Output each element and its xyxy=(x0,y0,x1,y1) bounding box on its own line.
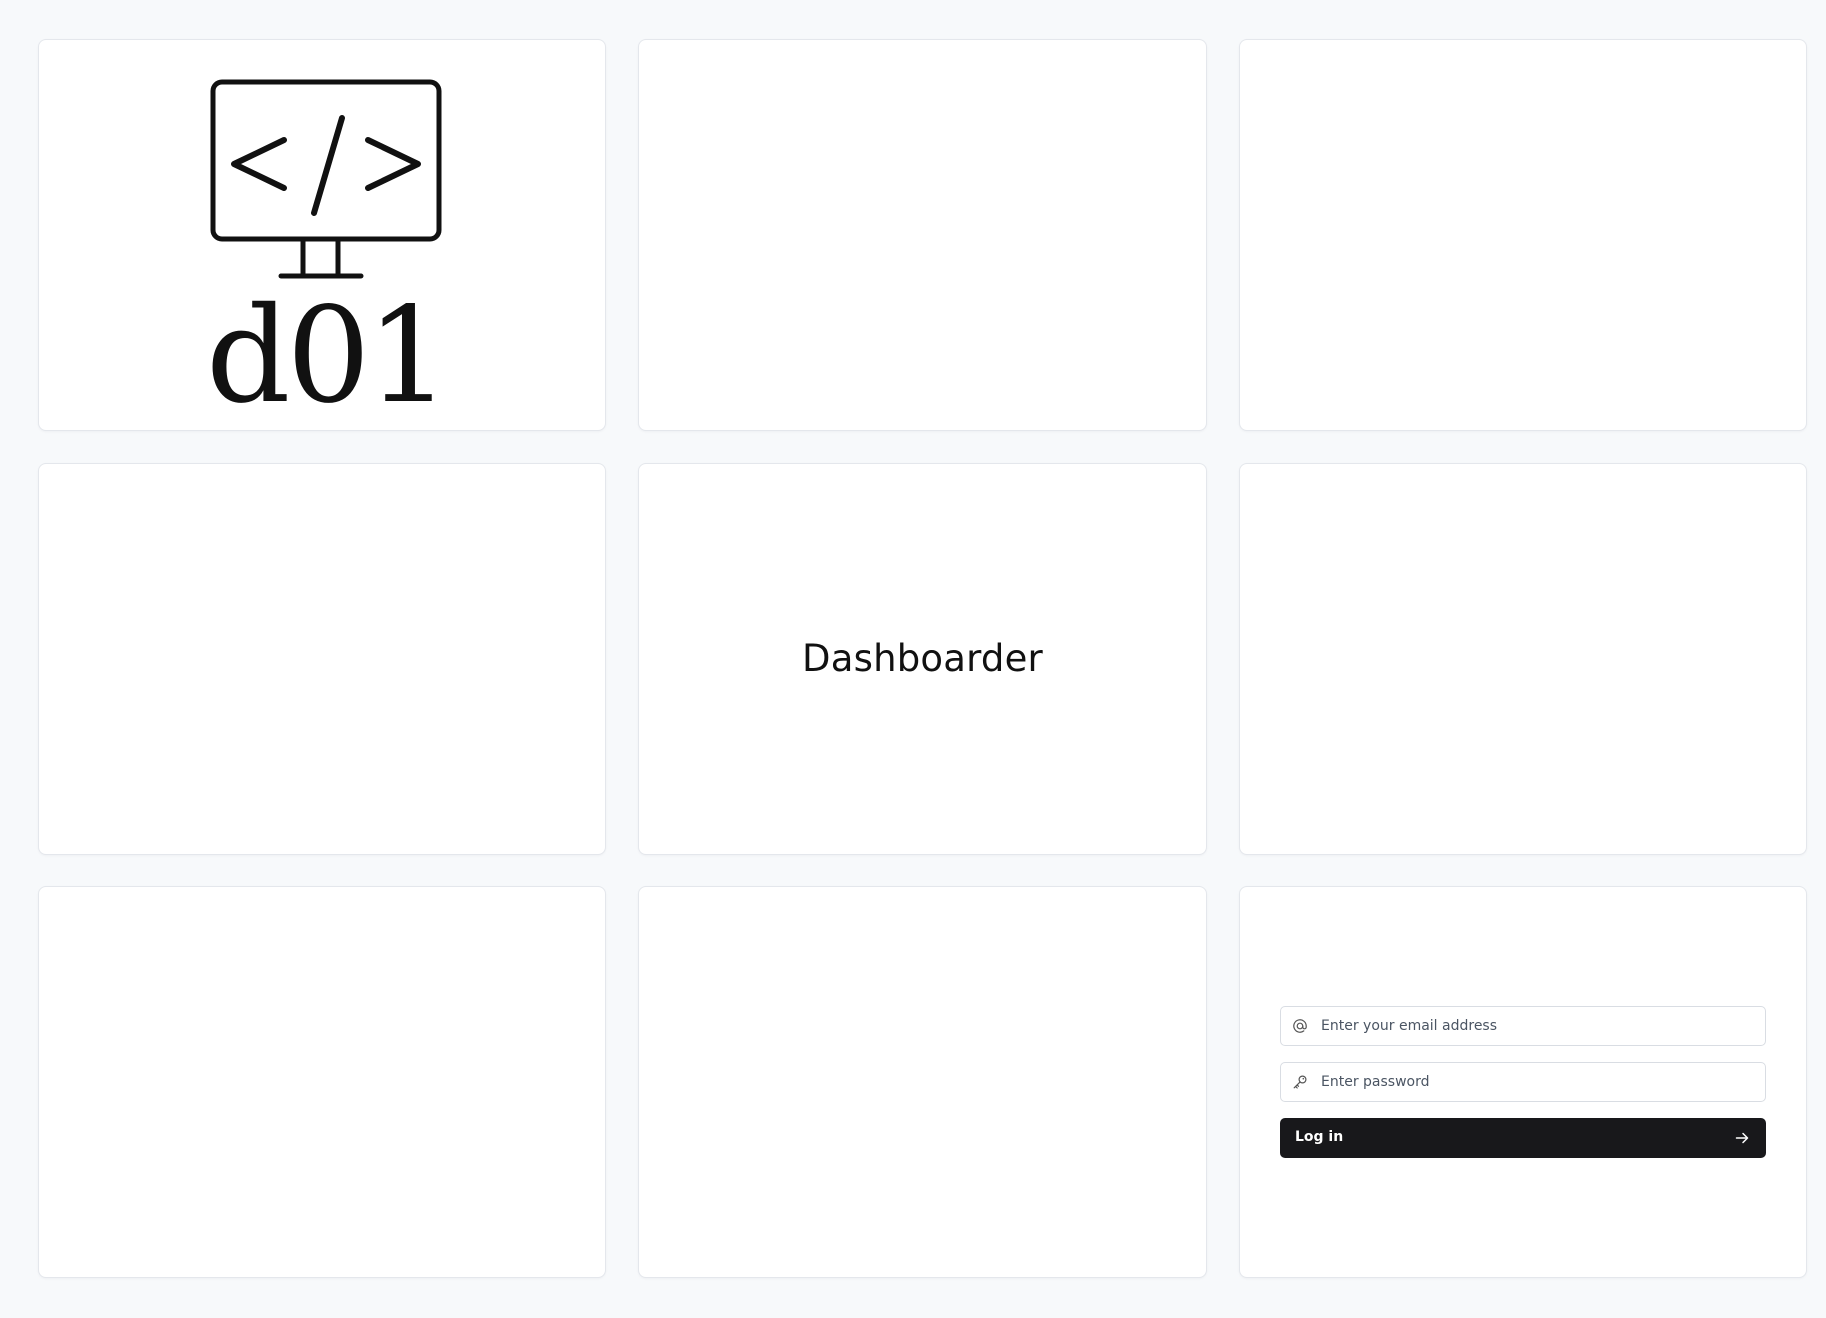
arrow-right-icon xyxy=(1735,1132,1749,1144)
password-field-wrapper[interactable] xyxy=(1280,1062,1766,1102)
empty-card xyxy=(1239,39,1807,431)
password-input[interactable] xyxy=(1321,1063,1755,1101)
brand-card: Dashboarder xyxy=(638,463,1207,855)
at-sign-icon xyxy=(1293,1019,1307,1033)
empty-card xyxy=(38,886,606,1278)
empty-card xyxy=(1239,463,1807,855)
login-card: Log in xyxy=(1239,886,1807,1278)
key-icon xyxy=(1293,1075,1307,1089)
login-form: Log in xyxy=(1280,1006,1766,1158)
logo-wordmark: d01 xyxy=(206,279,450,433)
page-root: d01 Dashboarder Enter your email address… xyxy=(0,0,1826,1318)
login-button[interactable]: Log in xyxy=(1280,1118,1766,1158)
monitor-code-icon xyxy=(210,79,442,279)
app-title: Dashboarder xyxy=(802,637,1043,680)
empty-card xyxy=(638,39,1207,431)
login-button-label: Log in xyxy=(1295,1129,1344,1145)
empty-card xyxy=(38,463,606,855)
email-field-wrapper[interactable] xyxy=(1280,1006,1766,1046)
logo-card: d01 xyxy=(38,39,606,431)
email-input[interactable] xyxy=(1321,1007,1755,1045)
empty-card xyxy=(638,886,1207,1278)
app-logo: d01 xyxy=(206,78,450,422)
